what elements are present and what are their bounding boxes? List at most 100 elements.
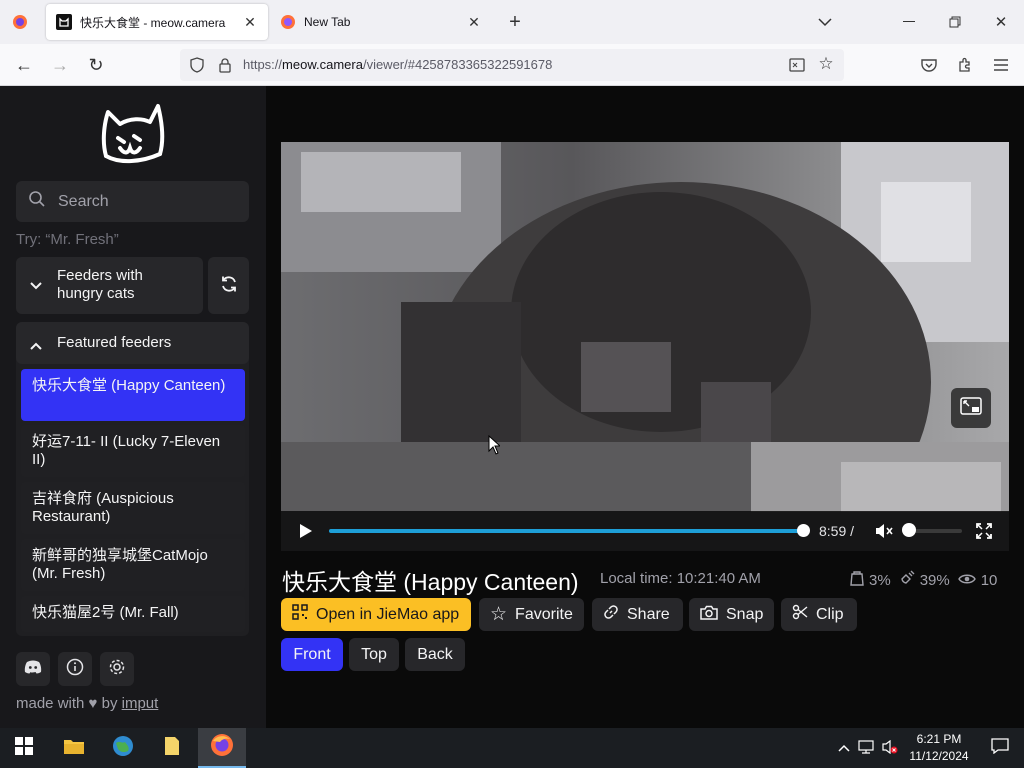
file-explorer-button[interactable]	[50, 728, 98, 768]
food-bag-icon	[850, 570, 864, 590]
search-hint: Try: “Mr. Fresh”	[16, 231, 119, 248]
browser-chrome: 快乐大食堂 - meow.camera ✕ New Tab ✕ + ✕ ← → …	[0, 0, 1024, 86]
link-icon	[603, 604, 619, 625]
viewers-value: 10	[980, 571, 998, 589]
tab-meow-camera[interactable]: 快乐大食堂 - meow.camera ✕	[46, 4, 268, 40]
hungry-feeders-toggle[interactable]: Feeders with hungry cats	[16, 257, 203, 314]
author-link[interactable]: imput	[122, 695, 159, 712]
share-button[interactable]: Share	[592, 598, 683, 631]
open-in-app-label: Open in JieMao app	[316, 605, 460, 623]
feeder-item[interactable]: 快乐猫屋2号 (Mr. Fall)	[21, 596, 245, 632]
reload-icon[interactable]: ↻	[84, 54, 108, 76]
extensions-icon[interactable]	[954, 54, 976, 76]
favorite-button[interactable]: ☆ Favorite	[479, 598, 584, 631]
minimize-icon[interactable]	[896, 10, 922, 34]
player-controls: 8:59 /	[281, 511, 1009, 551]
list-tabs-icon[interactable]	[812, 10, 838, 34]
video-player[interactable]: 8:59 /	[281, 142, 1009, 551]
firefox-favicon-icon	[280, 14, 296, 30]
refresh-button[interactable]	[208, 257, 249, 314]
camera-stats: 3% 39% 10	[850, 570, 997, 590]
new-tab-icon[interactable]: +	[502, 10, 528, 34]
clip-label: Clip	[816, 605, 844, 623]
mouse-cursor-icon	[488, 434, 502, 460]
sidebar: Search Try: “Mr. Fresh” Feeders with hun…	[0, 86, 266, 728]
menu-icon[interactable]	[990, 54, 1012, 76]
cat-favicon-icon	[56, 14, 72, 30]
battery-value: 39%	[919, 571, 950, 589]
close-window-icon[interactable]: ✕	[988, 10, 1014, 34]
shield-icon[interactable]	[188, 56, 206, 74]
feeder-item[interactable]: 快乐大食堂 (Happy Canteen)	[21, 369, 245, 421]
clock-time: 6:21 PM	[916, 732, 962, 746]
tab-new-tab[interactable]: New Tab ✕	[270, 4, 492, 40]
scissors-icon	[792, 604, 808, 625]
satellite-icon	[899, 570, 915, 590]
url-bar[interactable]: https://meow.camera/viewer/#425878336532…	[180, 49, 844, 81]
heart-icon: ♥	[88, 695, 98, 712]
search-icon	[28, 190, 46, 213]
start-button[interactable]	[0, 728, 48, 768]
tab-strip: 快乐大食堂 - meow.camera ✕ New Tab ✕ + ✕	[0, 0, 1024, 44]
view-front-button[interactable]: Front	[281, 638, 343, 671]
chevron-up-icon[interactable]	[838, 741, 850, 755]
settings-button[interactable]	[100, 652, 134, 686]
clip-button[interactable]: Clip	[781, 598, 857, 631]
clock-date: 11/12/2024	[909, 749, 969, 763]
url-text[interactable]: https://meow.camera/viewer/#425878336532…	[243, 57, 552, 72]
open-in-app-button[interactable]: Open in JieMao app	[281, 598, 471, 631]
pocket-icon[interactable]	[918, 54, 940, 76]
forward-icon[interactable]: →	[48, 54, 72, 76]
info-button[interactable]	[58, 652, 92, 686]
clock[interactable]: 6:21 PM 11/12/2024	[902, 731, 976, 765]
view-back-button[interactable]: Back	[405, 638, 465, 671]
camera-feed-image	[281, 142, 1009, 551]
volume-slider[interactable]	[910, 529, 962, 533]
bookmark-star-icon[interactable]: ☆	[817, 54, 835, 73]
pip-icon	[960, 396, 982, 420]
browser-app-button[interactable]	[99, 728, 147, 768]
firefox-view-icon[interactable]	[8, 12, 32, 32]
notes-app-button[interactable]	[148, 728, 196, 768]
play-icon[interactable]	[299, 523, 313, 544]
featured-feeders-toggle[interactable]: Featured feeders	[16, 322, 249, 364]
by-text: by	[101, 695, 118, 712]
meow-camera-logo-icon[interactable]	[98, 102, 168, 164]
network-icon[interactable]	[858, 739, 874, 757]
lock-icon[interactable]	[216, 56, 234, 74]
reader-view-icon[interactable]	[788, 56, 806, 74]
food-value: 3%	[869, 571, 891, 589]
feeder-item[interactable]: 新鲜哥的独享城堡CatMojo (Mr. Fresh)	[21, 539, 245, 591]
volume-thumb[interactable]	[902, 523, 916, 537]
notifications-button[interactable]	[978, 728, 1022, 768]
firefox-taskbar-button[interactable]	[198, 728, 246, 768]
muted-volume-icon[interactable]	[875, 523, 893, 544]
fullscreen-icon[interactable]	[976, 523, 992, 544]
view-top-button[interactable]: Top	[349, 638, 399, 671]
main-content: 8:59 / 快乐大食堂 (Happy Canteen) Local time:…	[266, 86, 1024, 728]
snap-button[interactable]: Snap	[689, 598, 774, 631]
close-tab-icon[interactable]: ✕	[462, 14, 486, 31]
feeder-item[interactable]: 好运7-11- II (Lucky 7-Eleven II)	[21, 425, 245, 477]
close-tab-icon[interactable]: ✕	[238, 14, 262, 31]
picture-in-picture-button[interactable]	[951, 388, 991, 428]
discord-button[interactable]	[16, 652, 50, 686]
volume-muted-icon[interactable]	[882, 739, 898, 757]
viewers-stat: 10	[957, 570, 998, 590]
time-display: 8:59 /	[819, 523, 855, 539]
refresh-icon	[220, 275, 238, 297]
food-stat: 3%	[850, 570, 891, 590]
info-icon	[66, 658, 84, 680]
folder-icon	[63, 737, 85, 760]
qr-code-icon	[292, 604, 308, 625]
taskbar: 6:21 PM 11/12/2024	[0, 728, 1024, 768]
search-input[interactable]: Search	[16, 181, 249, 222]
feeder-item[interactable]: 吉祥食府 (Auspicious Restaurant)	[21, 482, 245, 534]
eye-icon	[957, 572, 976, 589]
progress-thumb[interactable]	[797, 524, 810, 537]
discord-icon	[24, 660, 42, 678]
back-icon[interactable]: ←	[12, 54, 36, 76]
restore-icon[interactable]	[942, 10, 968, 34]
made-with-text: made with	[16, 695, 85, 712]
progress-bar[interactable]	[329, 529, 803, 533]
